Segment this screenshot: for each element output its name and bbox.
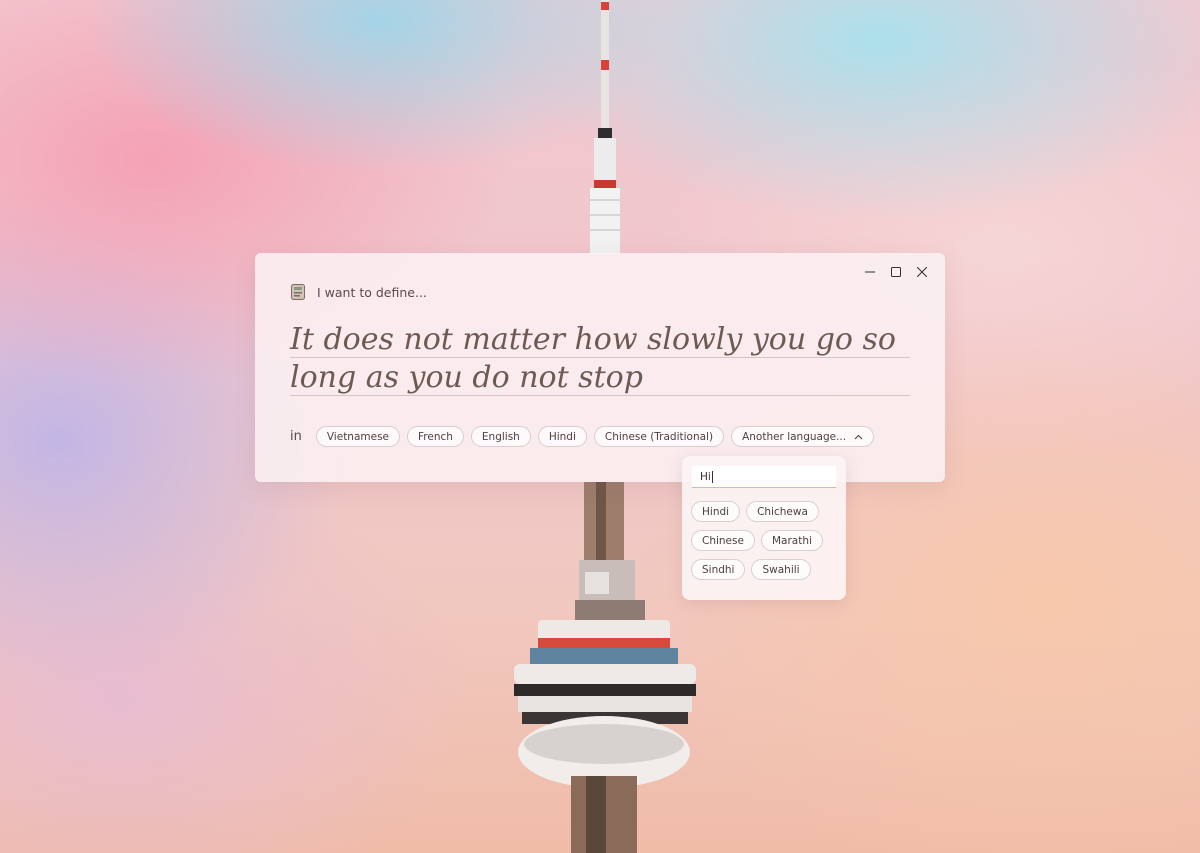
define-header: I want to define... xyxy=(291,284,427,300)
dictionary-book-icon xyxy=(291,284,305,300)
result-chip-label: Chinese xyxy=(702,534,744,547)
minimize-icon[interactable] xyxy=(859,262,881,282)
language-chip-label: French xyxy=(418,430,453,443)
another-language-label: Another language... xyxy=(742,430,847,443)
result-chip-label: Chichewa xyxy=(757,505,808,518)
language-chip-label: Chinese (Traditional) xyxy=(604,430,714,443)
result-chip-hindi[interactable]: Hindi xyxy=(691,501,741,522)
window-controls xyxy=(859,262,933,282)
another-language-button[interactable]: Another language... xyxy=(731,426,875,447)
language-chip-chinese-traditional[interactable]: Chinese (Traditional) xyxy=(593,426,725,447)
result-chip-sindhi[interactable]: Sindhi xyxy=(691,559,746,580)
language-chip-label: Vietnamese xyxy=(326,430,390,443)
language-chip-english[interactable]: English xyxy=(470,426,531,447)
language-search-input[interactable]: Hi xyxy=(692,466,836,488)
in-label: in xyxy=(290,429,302,444)
result-chip-marathi[interactable]: Marathi xyxy=(760,530,823,551)
define-label: I want to define... xyxy=(317,284,427,300)
text-caret xyxy=(711,470,713,483)
result-chip-chinese[interactable]: Chinese xyxy=(691,530,755,551)
language-chip-french[interactable]: French xyxy=(407,426,464,447)
result-chip-label: Marathi xyxy=(771,534,812,547)
maximize-icon[interactable] xyxy=(885,262,907,282)
result-chip-chichewa[interactable]: Chichewa xyxy=(746,501,819,522)
language-search-value: Hi xyxy=(700,470,711,483)
language-chip-hindi[interactable]: Hindi xyxy=(537,426,587,447)
result-chip-label: Hindi xyxy=(702,505,730,518)
language-dropdown: Hi Hindi Chichewa Chinese Marathi Sindhi… xyxy=(682,456,846,600)
language-row: in Vietnamese French English Hindi Chine… xyxy=(290,426,875,447)
define-window: I want to define... It does not matter h… xyxy=(255,253,945,482)
result-chip-label: Swahili xyxy=(762,563,800,576)
language-chip-label: English xyxy=(481,430,520,443)
language-chip-vietnamese[interactable]: Vietnamese xyxy=(315,426,401,447)
language-chip-label: Hindi xyxy=(548,430,576,443)
result-chip-label: Sindhi xyxy=(702,563,735,576)
phrase-input[interactable]: It does not matter how slowly you go so … xyxy=(290,321,910,397)
result-chip-swahili[interactable]: Swahili xyxy=(751,559,811,580)
chevron-up-icon xyxy=(854,434,863,439)
language-results: Hindi Chichewa Chinese Marathi Sindhi Sw… xyxy=(691,501,841,580)
close-icon[interactable] xyxy=(911,262,933,282)
